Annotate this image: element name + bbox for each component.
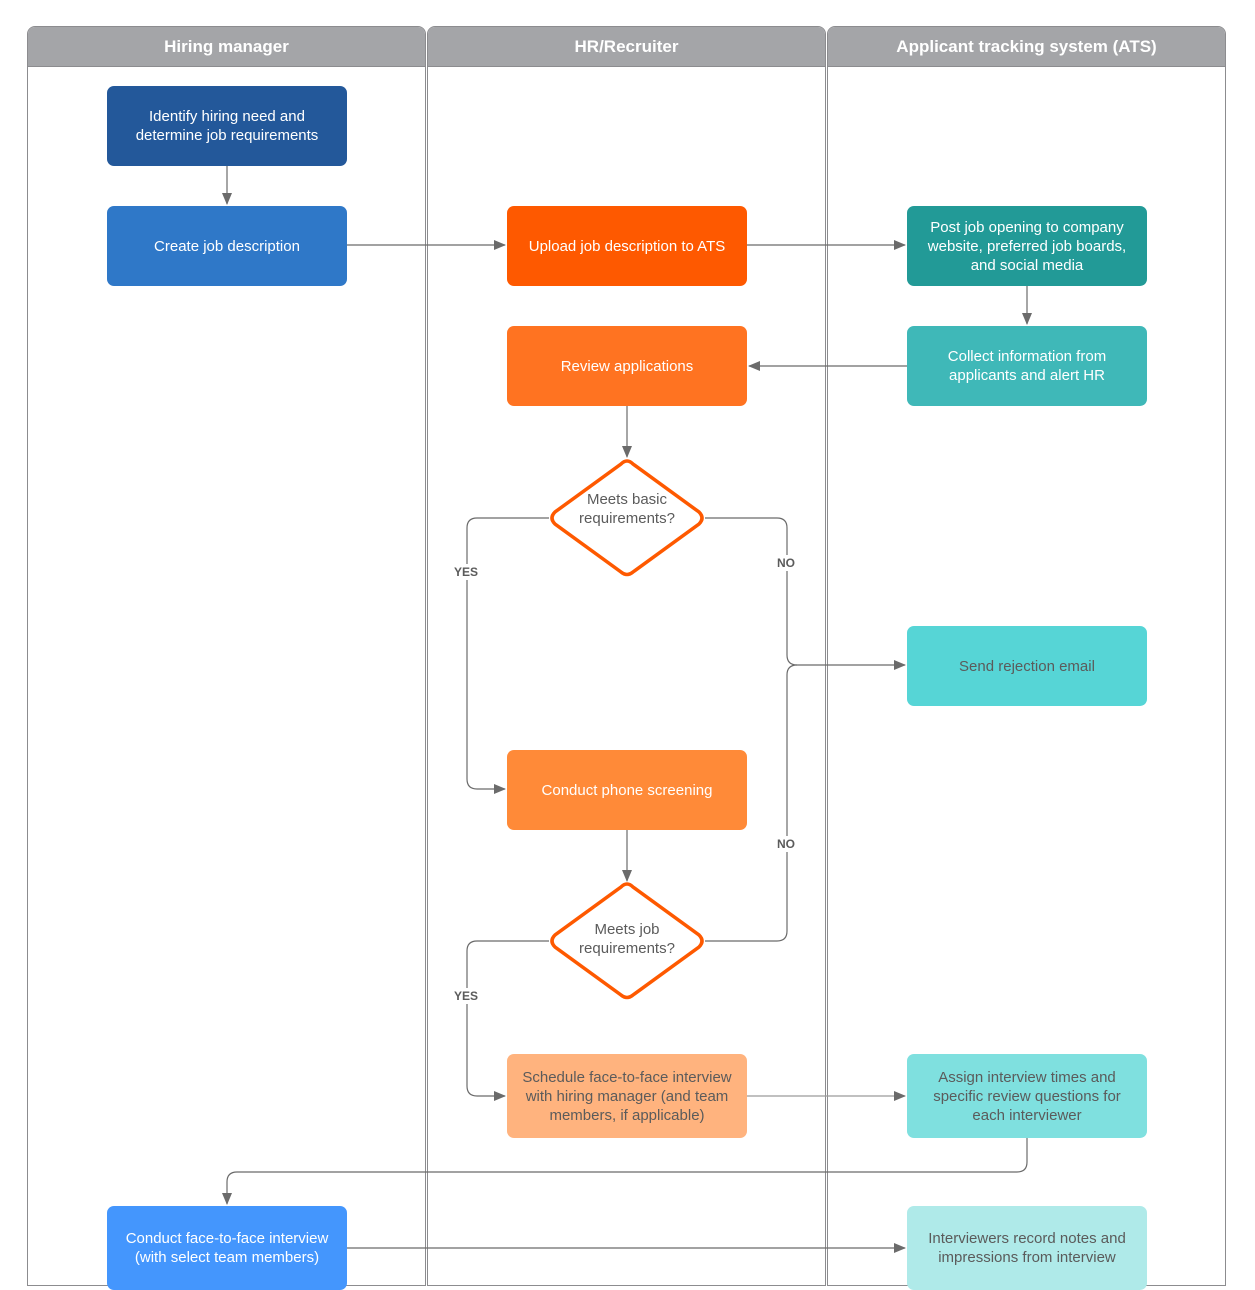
node-create-job-description[interactable]: Create job description <box>107 206 347 286</box>
edge-label-job-no: NO <box>777 836 795 852</box>
node-record-notes[interactable]: Interviewers record notes and impression… <box>907 1206 1147 1290</box>
node-label: Interviewers record notes and impression… <box>928 1230 1126 1266</box>
edge-label-job-yes: YES <box>454 988 479 1004</box>
node-label: Review applications <box>560 357 694 375</box>
lane-header-ats: Applicant tracking system (ATS) <box>828 27 1225 67</box>
node-label: Create job description <box>154 237 300 255</box>
node-label: Schedule face-to-face interview with hir… <box>522 1068 732 1124</box>
node-upload-job-description[interactable]: Upload job description to ATS <box>507 206 747 286</box>
node-assign-interview-times[interactable]: Assign interview times and specific revi… <box>907 1054 1147 1138</box>
decision-text: Meets job requirements? <box>579 921 675 957</box>
edge-label-basic-no: NO <box>777 555 795 571</box>
decision-label-meets-basic: Meets basic requirements? <box>579 491 675 527</box>
node-schedule-interview[interactable]: Schedule face-to-face interview with hir… <box>507 1054 747 1138</box>
node-identify-hiring-need[interactable]: Identify hiring need and determine job r… <box>107 86 347 166</box>
lane-header-hiring-manager: Hiring manager <box>28 27 425 67</box>
node-label: Assign interview times and specific revi… <box>933 1068 1121 1124</box>
node-collect-information[interactable]: Collect information from applicants and … <box>907 326 1147 406</box>
node-label: Send rejection email <box>959 657 1095 675</box>
lane-header-hr-recruiter: HR/Recruiter <box>428 27 825 67</box>
node-label: Post job opening to company website, pre… <box>927 218 1127 274</box>
decision-label-meets-job: Meets job requirements? <box>552 920 702 958</box>
node-review-applications[interactable]: Review applications <box>507 326 747 406</box>
node-conduct-interview[interactable]: Conduct face-to-face interview (with sel… <box>107 1206 347 1290</box>
node-label: Conduct face-to-face interview (with sel… <box>125 1230 329 1266</box>
node-label: Identify hiring need and determine job r… <box>135 108 319 144</box>
node-label: Conduct phone screening <box>541 781 713 799</box>
node-post-job-opening[interactable]: Post job opening to company website, pre… <box>907 206 1147 286</box>
node-send-rejection-email[interactable]: Send rejection email <box>907 626 1147 706</box>
node-phone-screening[interactable]: Conduct phone screening <box>507 750 747 830</box>
node-label: Upload job description to ATS <box>528 237 726 255</box>
node-label: Collect information from applicants and … <box>947 348 1107 384</box>
edge-label-basic-yes: YES <box>454 564 479 580</box>
